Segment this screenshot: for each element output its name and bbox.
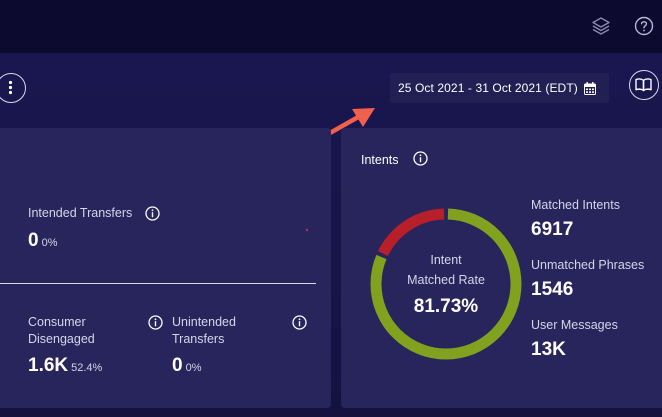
unintended-transfers-count: 0	[172, 355, 183, 376]
consumer-disengaged-pct: 52.4%	[71, 362, 103, 374]
top-bar	[0, 0, 662, 53]
ring-value: 81.73%	[413, 296, 479, 317]
stat-label: Unmatched Phrases	[531, 258, 645, 272]
indicator-dot	[306, 229, 308, 231]
date-range-picker[interactable]: 25 Oct 2021 - 31 Oct 2021 (EDT)	[390, 73, 609, 103]
more-vertical-icon	[8, 80, 13, 95]
consumer-disengaged-value: 1.6K 52.4%	[28, 355, 102, 377]
stat-label: User Messages	[531, 318, 618, 332]
more-options-button[interactable]	[0, 73, 26, 103]
card-divider	[0, 283, 316, 284]
info-icon[interactable]	[148, 315, 163, 330]
intended-transfers-value: 0 0%	[28, 230, 57, 252]
unintended-transfers-label: Unintended Transfers	[172, 314, 236, 348]
intended-transfers-label: Intended Transfers	[28, 206, 133, 220]
documentation-button[interactable]	[629, 70, 659, 100]
ring-label-line1: Intent	[430, 253, 462, 267]
info-icon[interactable]	[292, 315, 307, 330]
info-icon[interactable]	[145, 206, 160, 221]
intended-transfers-pct: 0%	[41, 237, 58, 249]
stat-value: 1546	[531, 279, 574, 300]
layers-icon[interactable]	[590, 15, 612, 37]
calendar-icon	[583, 81, 596, 95]
unintended-transfers-label-line2: Transfers	[172, 332, 225, 346]
help-icon[interactable]	[633, 15, 655, 37]
book-icon	[635, 78, 652, 92]
consumer-disengaged-label-line2: Disengaged	[28, 332, 95, 346]
consumer-disengaged-count: 1.6K	[28, 355, 69, 376]
stat-value: 6917	[531, 219, 574, 240]
consumer-disengaged-label-line1: Consumer	[28, 315, 86, 329]
ring-center: Intent Matched Rate 81.73%	[370, 208, 522, 360]
unintended-transfers-pct: 0%	[185, 362, 202, 374]
intents-title: Intents	[361, 153, 399, 167]
date-range-label: 25 Oct 2021 - 31 Oct 2021 (EDT)	[398, 81, 578, 95]
stat-label: Matched Intents	[531, 198, 620, 212]
stat-value: 13K	[531, 339, 566, 360]
unintended-transfers-value: 0 0%	[172, 355, 201, 377]
info-icon[interactable]	[413, 151, 428, 166]
ring-label-line2: Matched Rate	[407, 273, 485, 287]
intended-transfers-count: 0	[28, 230, 39, 251]
consumer-disengaged-label: Consumer Disengaged	[28, 314, 95, 348]
unintended-transfers-label-line1: Unintended	[172, 315, 236, 329]
